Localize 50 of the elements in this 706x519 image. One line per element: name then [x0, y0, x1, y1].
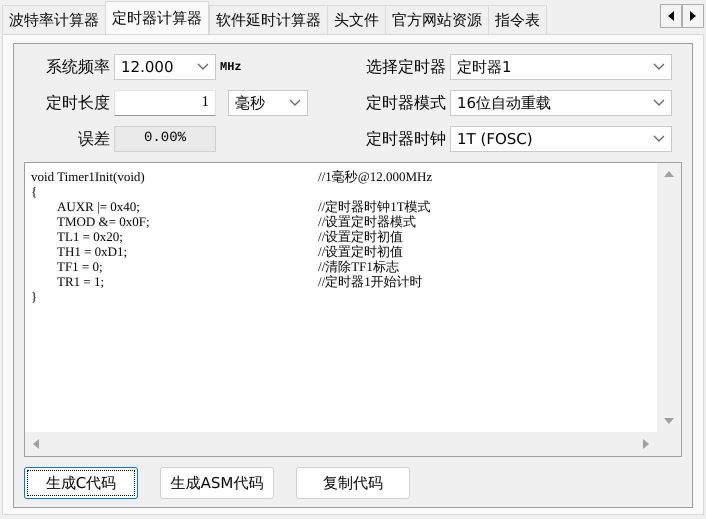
- code-comment: //设置定时器模式: [318, 214, 416, 229]
- code-line: TH1 = 0xD1;: [56, 244, 128, 259]
- action-button[interactable]: 生成C代码: [24, 467, 138, 499]
- field-label: 系统频率: [45, 56, 110, 78]
- action-button[interactable]: 复制代码: [296, 467, 410, 499]
- code-line: TMOD &= 0x0F;: [56, 214, 151, 229]
- action-button[interactable]: 生成ASM代码: [160, 467, 274, 499]
- field-label: 误差: [77, 128, 110, 150]
- tab[interactable]: 指令表: [488, 5, 547, 34]
- chevron-down-icon: [289, 99, 301, 107]
- chevron-down-icon: [653, 135, 665, 143]
- code-line: {: [31, 184, 38, 199]
- chevron-down-icon: [653, 63, 665, 71]
- code-comment: //1毫秒@12.000MHz: [318, 169, 432, 184]
- field-label: 定时器模式: [365, 92, 446, 114]
- tab[interactable]: 定时器计算器: [105, 1, 209, 34]
- unit-label: MHz: [220, 60, 242, 74]
- code-line: AUXR |= 0x40;: [56, 199, 141, 214]
- scroll-right-icon[interactable]: [641, 439, 651, 449]
- code-line: TL1 = 0x20;: [56, 229, 124, 244]
- code-line: TR1 = 1;: [56, 274, 106, 289]
- code-line: TF1 = 0;: [56, 259, 104, 274]
- field-label: 定时长度: [45, 92, 110, 114]
- code-comment: //设置定时初值: [318, 229, 404, 244]
- chevron-down-icon: [197, 63, 209, 71]
- scroll-right-button[interactable]: [682, 4, 704, 28]
- code-comment: //设置定时初值: [318, 244, 404, 259]
- scroll-down-icon[interactable]: [664, 416, 674, 426]
- chevron-down-icon: [653, 99, 665, 107]
- code-comment: //定时器1开始计时: [318, 274, 423, 289]
- field-label: 选择定时器: [365, 56, 446, 78]
- frequency-combo[interactable]: 12.000: [114, 54, 216, 80]
- code-comment: //定时器时钟1T模式: [318, 199, 431, 214]
- right-triangle-icon: [690, 11, 696, 21]
- scroll-left-icon[interactable]: [31, 439, 41, 449]
- field-label: 定时器时钟: [365, 128, 446, 150]
- select-combo[interactable]: 定时器1: [450, 54, 672, 80]
- duration-input[interactable]: 1: [114, 90, 216, 116]
- scroll-left-button[interactable]: [660, 4, 682, 28]
- error-readout: 0.00%: [114, 126, 216, 152]
- scroll-up-icon[interactable]: [664, 169, 674, 179]
- code-comment: //清除TF1标志: [318, 259, 399, 274]
- left-triangle-icon: [668, 11, 674, 21]
- tab[interactable]: 波特率计算器: [2, 5, 106, 34]
- select-combo[interactable]: 1T (FOSC): [450, 126, 672, 152]
- tab[interactable]: 软件延时计算器: [209, 5, 328, 34]
- select-combo[interactable]: 16位自动重载: [450, 90, 672, 116]
- code-line: }: [31, 289, 38, 304]
- unit-combo[interactable]: 毫秒: [228, 90, 308, 116]
- code-line: void Timer1Init(void): [31, 169, 146, 184]
